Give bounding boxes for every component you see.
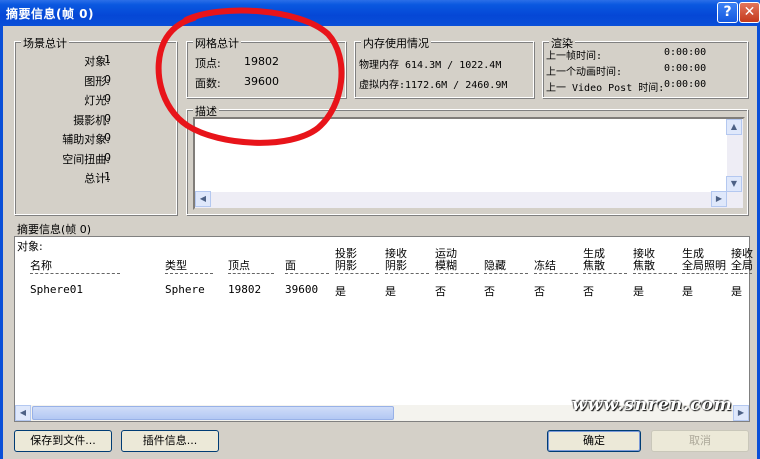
watermark-text: www.snren.com: [572, 395, 733, 415]
table-cell: 39600: [285, 283, 319, 296]
column-header: 类型: [165, 260, 187, 272]
scene-item-label: 辅助对象:: [62, 133, 110, 146]
column-header: 接收 焦散: [633, 248, 655, 272]
column-header: 生成 全局照明: [682, 248, 726, 272]
table-cell: 是: [731, 285, 742, 298]
table-cell: 否: [435, 285, 446, 298]
scene-item-value: 0: [104, 150, 111, 164]
column-header: 投影 阴影: [335, 248, 357, 272]
column-underline: [583, 273, 627, 274]
render-row-value: 0:00:00: [664, 63, 707, 74]
scroll-down-icon[interactable]: ▼: [726, 176, 742, 192]
column-underline: [484, 273, 528, 274]
column-underline: [165, 273, 213, 274]
scene-item-value: 0: [104, 92, 111, 105]
render-row-label: 上一 Video Post 时间:: [546, 83, 665, 94]
column-underline: [228, 273, 274, 274]
scene-item-label: 空间扭曲:: [62, 152, 110, 166]
scene-item-label: 摄影机:: [73, 113, 110, 127]
scroll-left-icon[interactable]: ◀: [15, 405, 31, 421]
scene-item-value: 0: [104, 111, 111, 125]
table-cell: 是: [385, 285, 396, 298]
help-button[interactable]: ?: [717, 2, 738, 23]
render-row-label: 上一个动画时间:: [546, 67, 623, 78]
table-cell: Sphere: [165, 283, 205, 296]
scroll-right-icon[interactable]: ▶: [733, 405, 749, 421]
scene-item-value: 0: [104, 72, 111, 86]
summary-label: 摘要信息(帧 0): [17, 223, 92, 236]
column-underline: [633, 273, 677, 274]
column-header: 名称: [30, 260, 52, 272]
column-header: 生成 焦散: [583, 248, 605, 272]
description-hscroll[interactable]: ◀ ▶: [195, 191, 743, 208]
memory-physical: 物理内存 614.3M / 1022.4M: [359, 60, 502, 71]
column-underline: [335, 273, 379, 274]
scene-item-value: 1: [104, 170, 111, 183]
plugin-info-button[interactable]: 插件信息...: [121, 430, 219, 452]
column-underline: [30, 273, 120, 274]
render-row-value: 0:00:00: [664, 47, 707, 58]
column-underline: [385, 273, 429, 274]
column-underline: [285, 273, 329, 274]
render-row-label: 上一帧时间:: [546, 51, 603, 62]
memory-virtual: 虚拟内存:1172.6M / 2460.9M: [359, 80, 508, 91]
column-header: 接收 全局: [731, 248, 753, 272]
save-to-file-button[interactable]: 保存到文件...: [14, 430, 112, 452]
scene-item-value: 0: [104, 131, 111, 144]
scroll-left-icon[interactable]: ◀: [195, 191, 211, 207]
memory-legend: 内存使用情况: [361, 35, 431, 51]
column-underline: [435, 273, 479, 274]
title-bar: 摘要信息(帧 0) ? ✕: [0, 0, 760, 26]
column-underline: [682, 273, 728, 274]
scroll-right-icon[interactable]: ▶: [711, 191, 727, 207]
scene-item-label: 图形:: [84, 74, 110, 88]
scene-totals-legend: 场景总计: [21, 35, 69, 51]
objects-label: 对象:: [17, 240, 43, 253]
column-header: 面: [285, 260, 296, 272]
render-row-value: 0:00:00: [664, 79, 707, 90]
scene-item-label: 总计:: [84, 172, 110, 185]
column-header: 隐藏: [484, 260, 506, 272]
table-cell: 是: [335, 285, 346, 298]
column-header: 运动 模糊: [435, 248, 457, 272]
table-cell: 是: [682, 285, 693, 298]
scroll-thumb[interactable]: [32, 406, 394, 420]
column-header: 冻结: [534, 260, 556, 272]
scene-item-label: 灯光:: [84, 94, 110, 107]
table-cell: 是: [633, 285, 644, 298]
scroll-up-icon[interactable]: ▲: [726, 119, 742, 135]
table-cell: 19802: [228, 283, 262, 296]
column-underline: [731, 273, 752, 274]
column-header: 接收 阴影: [385, 248, 407, 272]
table-cell: 否: [583, 285, 594, 298]
table-cell: 否: [484, 285, 495, 298]
close-button[interactable]: ✕: [739, 2, 760, 23]
column-underline: [534, 273, 578, 274]
column-header: 顶点: [228, 260, 250, 272]
cancel-button[interactable]: 取消: [651, 430, 749, 452]
scene-item-value: 1: [104, 53, 111, 66]
table-cell: Sphere01: [30, 283, 83, 296]
scene-item-label: 对象:: [84, 55, 110, 68]
red-circle-annotation: [155, 7, 345, 146]
ok-button[interactable]: 确定: [547, 430, 641, 452]
window-title: 摘要信息(帧 0): [6, 7, 94, 21]
table-cell: 否: [534, 285, 545, 298]
